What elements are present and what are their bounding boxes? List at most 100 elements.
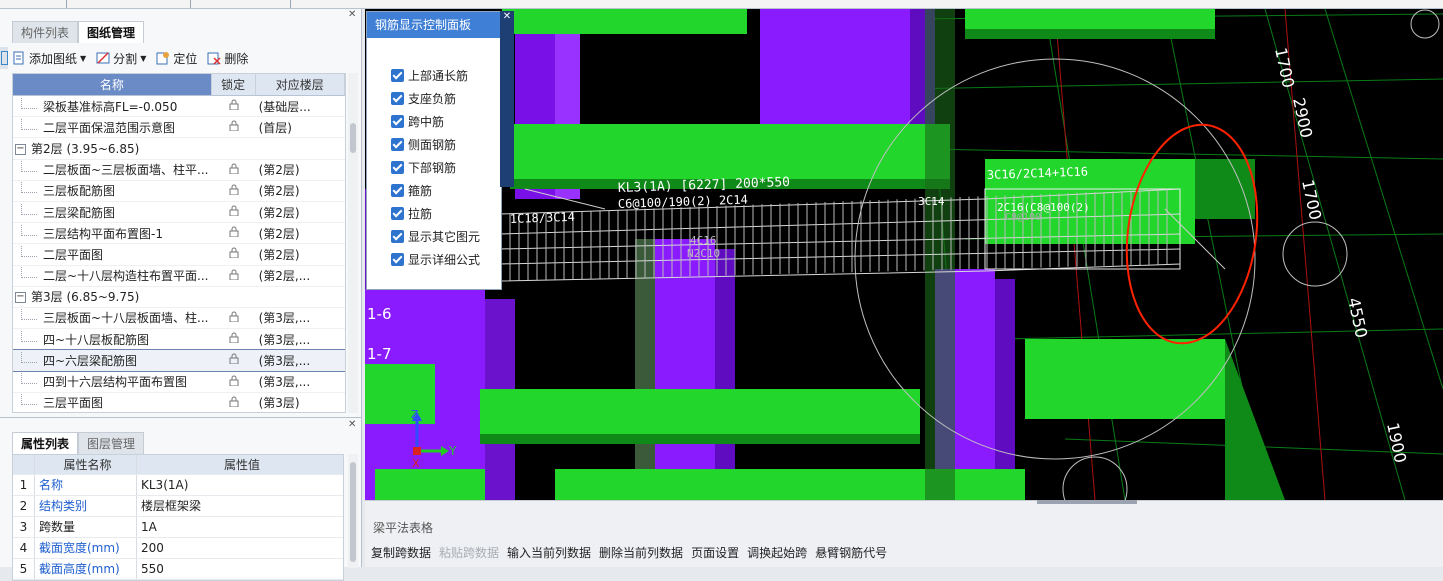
- side-toggle[interactable]: [0, 47, 8, 69]
- scrollbar-thumb[interactable]: [350, 123, 356, 153]
- property-value[interactable]: 1A: [137, 517, 343, 537]
- lock-icon[interactable]: [212, 247, 256, 261]
- drawing-row[interactable]: 二层平面图 (第2层): [13, 244, 345, 266]
- drawing-row[interactable]: 二层板面~三层板面墙、柱平... (第2层): [13, 160, 345, 181]
- floor-group-row[interactable]: − 第3层 (6.85~9.75): [13, 287, 345, 308]
- property-row[interactable]: 4 截面宽度(mm) 200: [13, 538, 343, 559]
- axis-x-label: X: [412, 457, 420, 470]
- beam-table-action[interactable]: 输入当前列数据: [507, 544, 591, 561]
- checkbox-checked-icon[interactable]: [391, 230, 404, 243]
- drawing-name: 三层平面图: [13, 394, 212, 411]
- lock-icon[interactable]: [212, 99, 256, 113]
- property-row[interactable]: 5 截面高度(mm) 550: [13, 559, 343, 580]
- tab-property-list[interactable]: 属性列表: [12, 432, 79, 454]
- drawing-row[interactable]: 四~十八层板配筋图 (第3层,...: [13, 329, 345, 351]
- viewport-canvas: KL3(1A) [6227] 200*550 C6@100/190(2) 2C1…: [365, 9, 1443, 500]
- drawing-row[interactable]: 四到十六层结构平面布置图 (第3层,...: [13, 371, 345, 393]
- close-icon[interactable]: ✕: [348, 9, 356, 20]
- lock-icon[interactable]: [212, 311, 256, 325]
- drawing-row[interactable]: 三层梁配筋图 (第2层): [13, 202, 345, 224]
- lock-icon[interactable]: [212, 226, 256, 240]
- lock-icon[interactable]: [212, 332, 256, 346]
- rebar-option[interactable]: 显示详细公式: [391, 248, 480, 271]
- add-drawing-button[interactable]: 添加图纸 ▼: [12, 50, 86, 67]
- locate-button[interactable]: 定位: [156, 50, 197, 67]
- drawing-row[interactable]: 三层板配筋图 (第2层): [13, 181, 345, 202]
- 3d-viewport[interactable]: KL3(1A) [6227] 200*550 C6@100/190(2) 2C1…: [365, 9, 1443, 500]
- lock-icon[interactable]: [212, 353, 256, 367]
- column-header-property-value: 属性值: [223, 458, 260, 472]
- collapse-icon[interactable]: −: [15, 143, 26, 155]
- column-header-name[interactable]: 名称: [13, 74, 212, 95]
- drawing-row[interactable]: 三层平面图 (第3层): [13, 393, 345, 412]
- beam-table-action[interactable]: 悬臂钢筋代号: [815, 544, 887, 561]
- property-row[interactable]: 3 跨数量 1A: [13, 517, 343, 538]
- beam-table-action[interactable]: 页面设置: [691, 544, 739, 561]
- tab-component-list[interactable]: 构件列表: [12, 21, 79, 43]
- drawing-floor: (第3层,...: [258, 353, 311, 368]
- drawing-row[interactable]: 三层板面~十八层板面墙、柱... (第3层,...: [13, 308, 345, 330]
- checkbox-checked-icon[interactable]: [391, 253, 404, 266]
- property-value[interactable]: 楼层框架梁: [137, 496, 343, 516]
- delete-button[interactable]: 删除: [207, 50, 248, 67]
- property-value[interactable]: 200: [137, 538, 343, 558]
- rebar-option[interactable]: 箍筋: [391, 179, 480, 202]
- drawing-row[interactable]: 梁板基准标高FL=-0.050 (基础层...: [13, 96, 345, 118]
- checkbox-checked-icon[interactable]: [391, 207, 404, 220]
- checkbox-checked-icon[interactable]: [391, 69, 404, 82]
- lock-icon[interactable]: [212, 120, 256, 134]
- drawing-row[interactable]: 二层平面保温范围示意图 (首层): [13, 117, 345, 139]
- drawing-row[interactable]: 三层结构平面布置图-1 (第2层): [13, 223, 345, 245]
- checkbox-checked-icon[interactable]: [391, 161, 404, 174]
- rebar-option-label: 下部钢筋: [408, 161, 457, 175]
- rebar-option-label: 侧面钢筋: [408, 138, 457, 152]
- column-header-lock[interactable]: 锁定: [212, 74, 256, 95]
- close-icon[interactable]: ✕: [348, 419, 356, 430]
- rebar-option-label: 箍筋: [408, 184, 433, 198]
- rebar-option[interactable]: 跨中筋: [391, 110, 480, 133]
- lock-icon[interactable]: [212, 205, 256, 219]
- lock-icon[interactable]: [212, 163, 256, 177]
- lock-icon[interactable]: [212, 184, 256, 198]
- drawing-name-text: 四到十六层结构平面布置图: [43, 375, 188, 390]
- property-scrollbar[interactable]: [348, 454, 358, 568]
- horizontal-scrollbar[interactable]: [1037, 500, 1137, 504]
- scrollbar-thumb[interactable]: [350, 462, 356, 562]
- rebar-option[interactable]: 侧面钢筋: [391, 133, 480, 156]
- drawing-name-text: 三层梁配筋图: [43, 205, 116, 220]
- lock-icon[interactable]: [212, 375, 256, 389]
- beam-table-action[interactable]: 删除当前列数据: [599, 544, 683, 561]
- checkbox-checked-icon[interactable]: [391, 184, 404, 197]
- checkbox-checked-icon[interactable]: [391, 115, 404, 128]
- property-value[interactable]: KL3(1A): [137, 475, 343, 495]
- property-value[interactable]: 550: [137, 559, 343, 579]
- rebar-option[interactable]: 拉筋: [391, 202, 480, 225]
- drawing-row[interactable]: 二层~十八层构造柱布置平面... (第2层,...: [13, 266, 345, 287]
- rebar-option[interactable]: 上部通长筋: [391, 64, 480, 87]
- small-text-3: C8@100: [1005, 212, 1041, 223]
- column-header-floor[interactable]: 对应楼层: [256, 74, 345, 95]
- lock-icon[interactable]: [212, 396, 256, 410]
- vertical-scrollbar[interactable]: [348, 73, 358, 413]
- drawing-name: − 第2层 (3.95~6.85): [13, 140, 212, 157]
- floor-group-row[interactable]: − 第2层 (3.95~6.85): [13, 138, 345, 160]
- rebar-option[interactable]: 下部钢筋: [391, 156, 480, 179]
- property-row[interactable]: 2 结构类别 楼层框架梁: [13, 496, 343, 517]
- checkbox-checked-icon[interactable]: [391, 92, 404, 105]
- property-row[interactable]: 1 名称 KL3(1A): [13, 475, 343, 496]
- beam-table-action[interactable]: 复制跨数据: [371, 544, 431, 561]
- beam-table-action[interactable]: 调换起始跨: [747, 544, 807, 561]
- property-name: 结构类别: [35, 496, 137, 516]
- split-button[interactable]: 分割 ▼: [96, 50, 146, 67]
- tab-layer-management[interactable]: 图层管理: [78, 432, 145, 454]
- lock-icon[interactable]: [212, 269, 256, 283]
- split-icon: [96, 51, 110, 65]
- drawing-row[interactable]: 四~六层梁配筋图 (第3层,...: [13, 349, 345, 373]
- beam-table-action[interactable]: 粘贴跨数据: [439, 544, 499, 561]
- tab-drawing-management[interactable]: 图纸管理: [78, 21, 145, 43]
- rebar-option[interactable]: 显示其它图元: [391, 225, 480, 248]
- collapse-icon[interactable]: −: [15, 292, 26, 304]
- rebar-option[interactable]: 支座负筋: [391, 87, 480, 110]
- rebar-panel-close[interactable]: ✕: [500, 11, 514, 187]
- checkbox-checked-icon[interactable]: [391, 138, 404, 151]
